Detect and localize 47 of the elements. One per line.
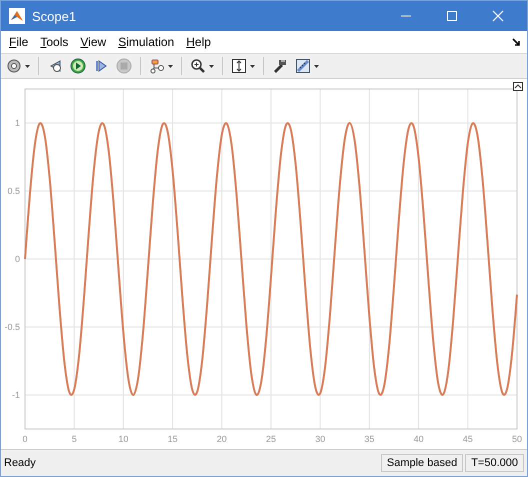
menu-item[interactable]: Simulation [112,35,180,49]
caret-icon [250,64,255,68]
toolbar-button[interactable] [293,56,321,76]
x-tick-label: 15 [168,434,178,444]
toolbar-button[interactable] [68,56,88,76]
run-icon [70,58,86,74]
stop-icon [116,58,132,74]
x-tick-label: 20 [216,434,227,444]
menu-item[interactable]: Help [180,35,217,49]
caret-icon [314,64,319,68]
caret-icon [25,64,30,68]
menu-item[interactable]: File [3,35,34,49]
ruler-icon [295,58,311,74]
status-message: Ready [4,457,37,469]
brush-icon [272,58,288,74]
x-tick-label: 5 [72,434,77,444]
status-field: Sample based [380,454,464,472]
x-tick-label: 25 [266,434,276,444]
y-tick-label: -1 [12,390,20,400]
step-forward-icon [93,58,109,74]
y-tick-label: 0 [14,254,20,264]
x-tick-label: 35 [364,434,374,444]
toolbar-button[interactable] [229,56,257,76]
undock-icon[interactable] [512,38,521,46]
legend-toggle-icon[interactable] [513,82,523,91]
scale-axes-icon [231,58,247,74]
maximize-icon [446,10,458,22]
caret-icon [209,64,214,68]
y-tick-label: -0.5 [4,322,20,332]
x-tick-label: 50 [512,434,522,444]
connected-blocks-icon [149,58,165,74]
x-tick-label: 45 [462,434,473,444]
menu-item[interactable]: Tools [34,35,74,49]
y-tick-label: 0.5 [7,186,20,196]
zoom-icon [190,58,206,74]
app-icon [9,8,25,24]
y-tick-label: 1 [14,118,20,128]
x-tick-label: 30 [315,434,326,444]
menu-item[interactable]: View [74,35,112,49]
settings-icon [6,58,22,74]
x-tick-label: 0 [22,434,28,444]
x-tick-label: 10 [118,434,128,444]
status-field: T=50.000 [465,454,524,472]
x-tick-label: 40 [414,434,424,444]
caret-icon [168,64,173,68]
window-title: Scope1 [32,8,78,24]
close-icon [492,10,504,22]
